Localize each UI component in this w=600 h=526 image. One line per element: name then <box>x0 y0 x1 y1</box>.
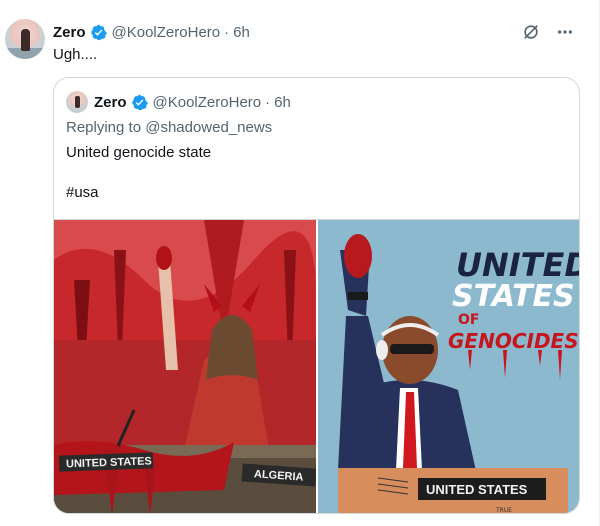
quote-hashtag[interactable]: #usa <box>66 184 99 201</box>
cartoon-title-of: OF <box>458 312 479 328</box>
quote-author-name[interactable]: Zero <box>94 94 127 111</box>
quote-time[interactable]: 6h <box>274 94 291 111</box>
cartoon-signature: TRUE <box>495 507 512 514</box>
quote-author-avatar[interactable] <box>66 91 88 113</box>
quote-text: United genocide state <box>66 144 212 161</box>
tweet-time[interactable]: 6h <box>233 24 250 41</box>
cartoon-title-states: STATES <box>452 279 575 314</box>
verified-badge-icon <box>131 94 148 110</box>
replying-to[interactable]: Replying to @shadowed_news <box>66 119 272 136</box>
author-avatar[interactable] <box>5 19 45 59</box>
media-image-right[interactable]: UNITED STATES OF GENOCIDES UNITED STATES… <box>318 220 579 514</box>
author-handle[interactable]: @KoolZeroHero <box>112 24 221 41</box>
quote-author-handle[interactable]: @KoolZeroHero <box>153 94 262 111</box>
tweet-text: Ugh.... <box>53 46 98 63</box>
grok-icon[interactable] <box>521 22 541 42</box>
author-name[interactable]: Zero <box>53 24 86 41</box>
separator-dot: · <box>224 23 230 41</box>
more-icon[interactable] <box>555 22 575 42</box>
quote-header: Zero @KoolZeroHero · 6h <box>66 91 291 113</box>
media-grid: UNITED STATES ALGERIA UNITED STATES OF G… <box>54 219 579 514</box>
separator-dot: · <box>265 93 271 111</box>
media-image-left[interactable]: UNITED STATES ALGERIA <box>54 220 316 513</box>
tweet-header: Zero @KoolZeroHero · 6h <box>53 22 250 42</box>
right-placard-us: UNITED STATES <box>426 482 528 497</box>
quoted-tweet[interactable]: Zero @KoolZeroHero · 6h Replying to @sha… <box>53 77 580 514</box>
tweet-container[interactable]: Zero @KoolZeroHero · 6h Ugh.... Zero @Ko… <box>0 0 600 526</box>
tweet-actions-top <box>521 22 575 42</box>
cartoon-title-genocides: GENOCIDES <box>448 329 579 353</box>
verified-badge-icon <box>90 24 107 40</box>
avatar-figure <box>21 29 30 51</box>
quote-avatar-figure <box>75 96 80 108</box>
